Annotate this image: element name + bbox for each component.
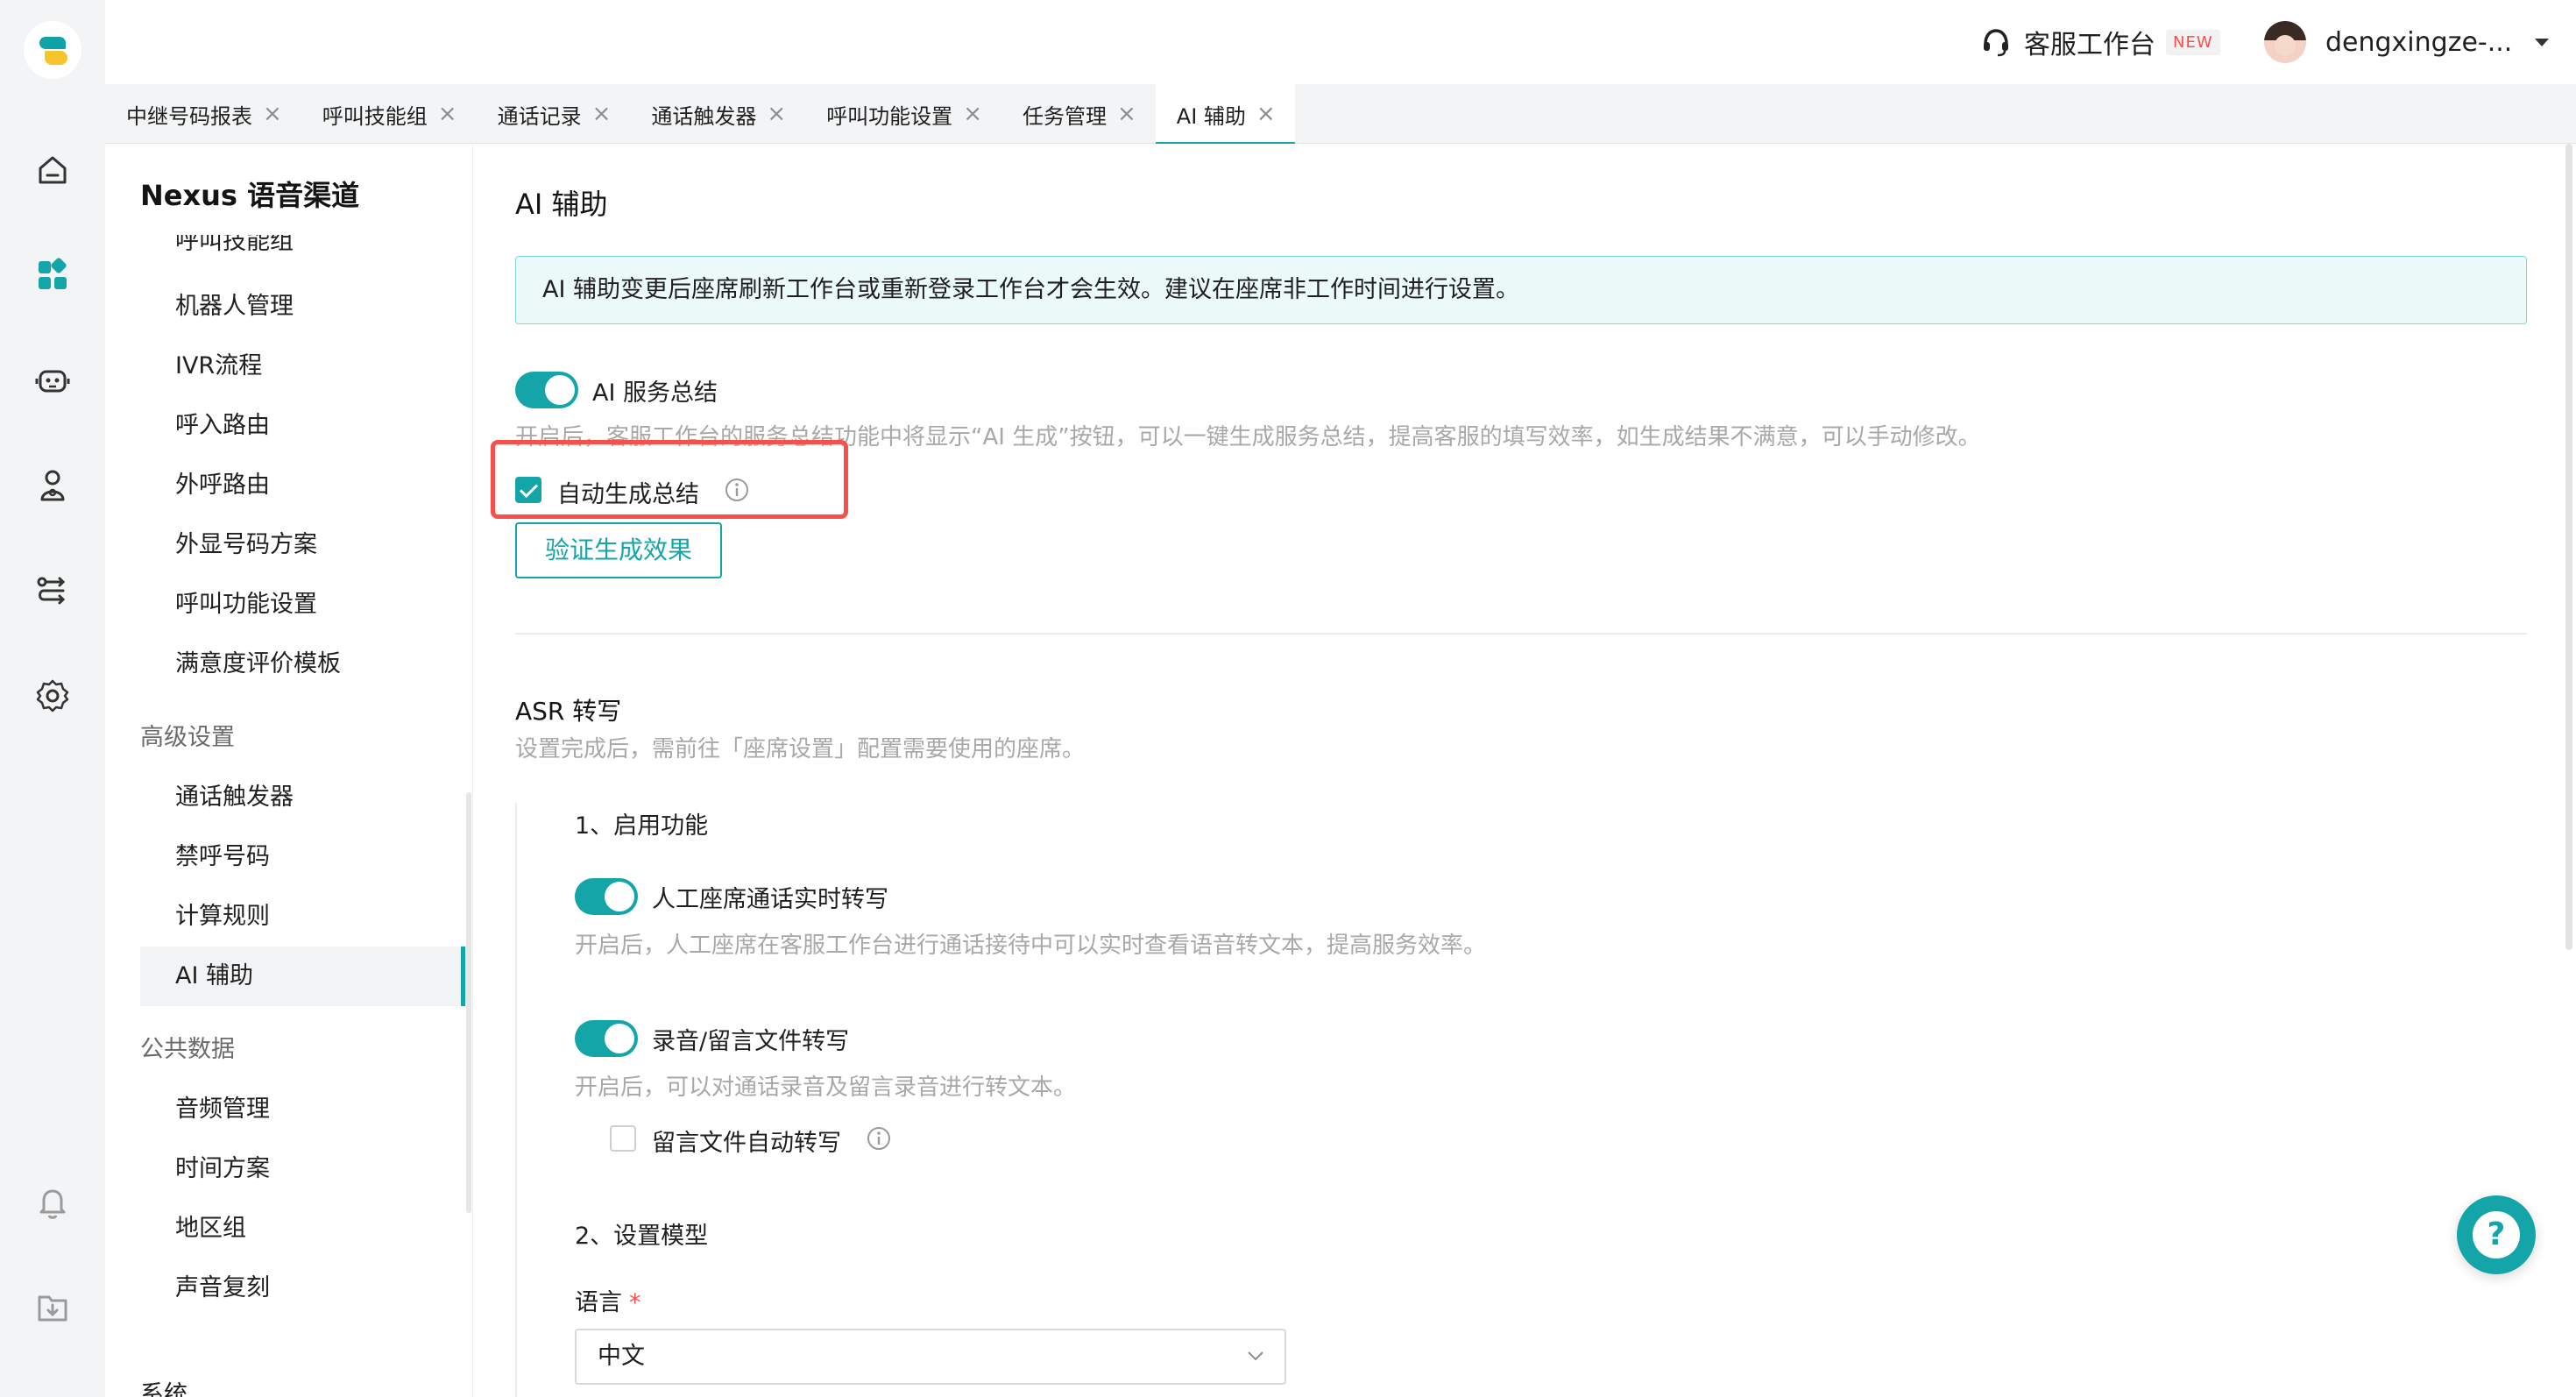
language-label-text: 语言 [575, 1289, 622, 1316]
sidebar-scrollbar[interactable] [466, 792, 471, 1213]
avatar[interactable] [2264, 21, 2306, 63]
sidebar-group-public: 公共数据 [140, 1036, 235, 1063]
ai-summary-switch[interactable] [515, 372, 578, 408]
sidebar-item-outbound-route[interactable]: 外呼路由 [175, 468, 270, 503]
sidebar-item-robot[interactable]: 机器人管理 [175, 289, 294, 324]
tab-label[interactable]: 呼叫技能组 [322, 99, 428, 130]
close-icon[interactable]: × [263, 101, 282, 127]
close-icon[interactable]: × [767, 101, 786, 127]
chevron-down-icon[interactable] [2535, 38, 2550, 46]
file-transcribe-hint: 开启后，可以对通话录音及留言录音进行转文本。 [575, 1074, 1077, 1101]
sidebar-group-advanced: 高级设置 [140, 724, 235, 751]
realtime-transcribe-hint: 开启后，人工座席在客服工作台进行通话接待中可以实时查看语音转文本，提高服务效率。 [575, 933, 1487, 959]
main-scrollbar[interactable] [2565, 144, 2572, 950]
tab-label[interactable]: 通话触发器 [651, 99, 756, 130]
language-label: 语言 * [575, 1283, 641, 1317]
headset-icon [1984, 29, 2008, 57]
route-icon[interactable] [32, 570, 74, 612]
tab-label[interactable]: AI 辅助 [1177, 99, 1246, 130]
sidebar-item-skill-group[interactable]: 呼叫技能组 [175, 235, 294, 263]
chevron-down-icon [1248, 1351, 1263, 1361]
info-icon[interactable] [866, 1125, 892, 1152]
sidebar-item-calc-rules[interactable]: 计算规则 [175, 899, 270, 934]
sidebar-item-region-group[interactable]: 地区组 [175, 1211, 246, 1246]
language-select[interactable]: 中文 [575, 1329, 1286, 1385]
step-enable-label: 1、启用功能 [575, 812, 709, 840]
sidebar-item-ai-assist[interactable]: AI 辅助 [175, 959, 253, 994]
apps-icon[interactable] [32, 254, 74, 296]
close-icon[interactable]: × [1256, 101, 1276, 127]
download-folder-icon[interactable] [32, 1287, 74, 1329]
tab-ai-assist[interactable]: AI 辅助 × [1155, 84, 1295, 145]
sidebar-item-call-settings[interactable]: 呼叫功能设置 [175, 587, 317, 622]
secondary-sidebar: Nexus 语音渠道 呼叫技能组 机器人管理 IVR流程 呼入路由 外呼路由 外… [105, 144, 473, 1397]
top-bar: 客服工作台 NEW dengxingze-... [105, 0, 2576, 84]
ai-summary-label: AI 服务总结 [592, 379, 718, 407]
file-transcribe-label: 录音/留言文件转写 [652, 1028, 850, 1055]
sidebar-item-time-plan[interactable]: 时间方案 [175, 1152, 270, 1187]
settings-gear-icon[interactable] [32, 675, 74, 717]
close-icon[interactable]: × [1117, 101, 1136, 127]
section-divider [515, 633, 2527, 635]
agent-icon[interactable] [32, 464, 74, 507]
bell-icon[interactable] [32, 1181, 74, 1223]
realtime-transcribe-label: 人工座席通话实时转写 [652, 886, 888, 913]
tab-call-records[interactable]: 通话记录 × [477, 84, 631, 144]
icon-rail [0, 0, 105, 1397]
user-menu[interactable]: dengxingze-... [2264, 19, 2550, 65]
verify-summary-button[interactable]: 验证生成效果 [515, 522, 722, 578]
voicemail-transcribe-checkbox[interactable] [610, 1125, 636, 1152]
help-button[interactable]: ? [2457, 1195, 2536, 1274]
workspace-label[interactable]: 客服工作台 [2024, 23, 2155, 61]
close-icon[interactable]: × [963, 101, 982, 127]
sidebar-item-trigger[interactable]: 通话触发器 [175, 780, 294, 815]
help-question-icon: ? [2473, 1211, 2520, 1259]
sidebar-item-blocked-numbers[interactable]: 禁呼号码 [175, 840, 270, 875]
sidebar-item-audio[interactable]: 音频管理 [175, 1092, 270, 1127]
workspace-link[interactable]: 客服工作台 NEW [1980, 25, 2220, 60]
sidebar-active-indicator [461, 947, 465, 1006]
sidebar-item-caller-id[interactable]: 外显号码方案 [175, 528, 317, 563]
sidebar-item-ivr[interactable]: IVR流程 [175, 349, 262, 384]
tab-label[interactable]: 任务管理 [1023, 99, 1107, 130]
tab-task-management[interactable]: 任务管理 × [1001, 84, 1156, 144]
tab-skill-group[interactable]: 呼叫技能组 × [301, 84, 477, 144]
asr-desc: 设置完成后，需前往「座席设置」配置需要使用的座席。 [515, 736, 1086, 762]
file-transcribe-switch[interactable] [575, 1020, 638, 1057]
new-badge: NEW [2166, 29, 2220, 55]
required-mark: * [629, 1289, 641, 1316]
sidebar-item-satisfaction[interactable]: 满意度评价模板 [175, 647, 341, 682]
tab-call-settings[interactable]: 呼叫功能设置 × [805, 84, 1001, 144]
step-model-label: 2、设置模型 [575, 1223, 709, 1250]
robot-icon[interactable] [32, 359, 74, 401]
tab-label[interactable]: 通话记录 [498, 99, 582, 130]
asr-title: ASR 转写 [515, 697, 622, 726]
auto-summary-checkbox[interactable] [515, 477, 541, 503]
info-icon[interactable] [724, 477, 750, 503]
sidebar-item-inbound-route[interactable]: 呼入路由 [175, 408, 270, 443]
auto-summary-label[interactable]: 自动生成总结 [557, 475, 699, 509]
tab-label[interactable]: 中继号码报表 [126, 99, 252, 130]
tab-label[interactable]: 呼叫功能设置 [826, 99, 952, 130]
username[interactable]: dengxingze-... [2325, 27, 2512, 58]
asr-indent-line [515, 803, 517, 1397]
realtime-transcribe-switch[interactable] [575, 878, 638, 915]
tab-trunk-report[interactable]: 中继号码报表 × [105, 84, 301, 144]
home-icon[interactable] [32, 149, 74, 191]
sidebar-title: Nexus 语音渠道 [140, 179, 360, 212]
sidebar-group-system: 系统 [140, 1381, 188, 1397]
page-title: AI 辅助 [515, 188, 608, 221]
page-tabs: 中继号码报表 × 呼叫技能组 × 通话记录 × 通话触发器 × 呼叫功能设置 × 任务管理… [105, 84, 2576, 145]
main-content: AI 辅助 AI 辅助变更后座席刷新工作台或重新登录工作台才会生效。建议在座席非… [473, 144, 2576, 1397]
language-select-value: 中文 [598, 1343, 645, 1370]
close-icon[interactable]: × [592, 101, 612, 127]
sidebar-item-voice-clone[interactable]: 声音复刻 [175, 1271, 270, 1306]
info-alert: AI 辅助变更后座席刷新工作台或重新登录工作台才会生效。建议在座席非工作时间进行… [515, 256, 2527, 324]
tab-call-trigger[interactable]: 通话触发器 × [630, 84, 805, 144]
close-icon[interactable]: × [438, 101, 457, 127]
voicemail-transcribe-label[interactable]: 留言文件自动转写 [652, 1124, 841, 1158]
app-logo[interactable] [24, 21, 81, 79]
